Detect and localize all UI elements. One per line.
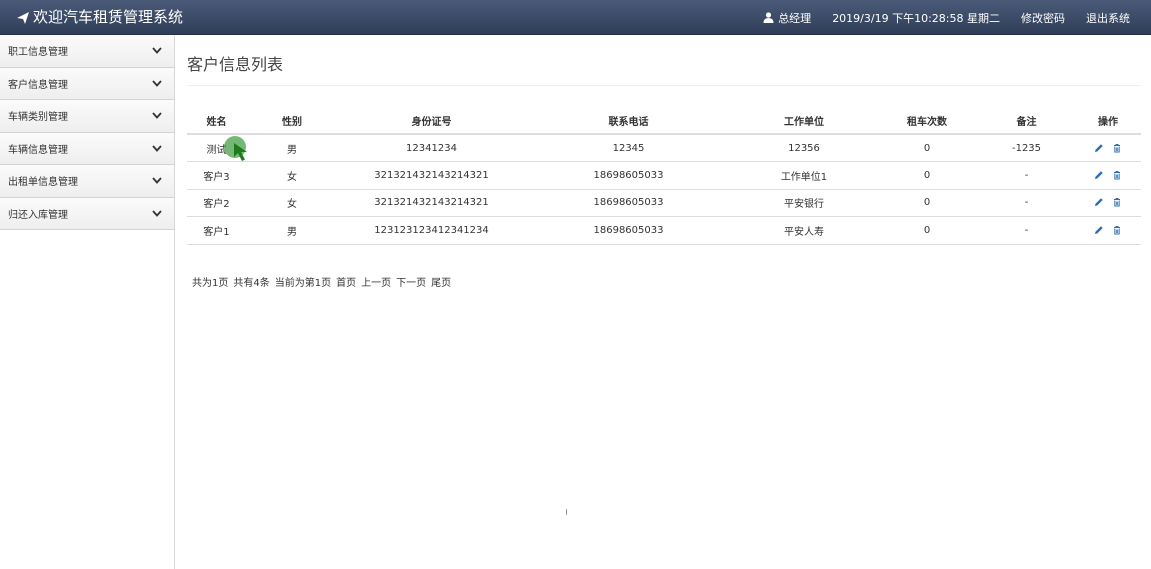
trash-icon[interactable]: [1112, 170, 1122, 180]
top-right-menu: 总经理 2019/3/19 下午10:28:58 星期二 修改密码 退出系统: [763, 0, 1151, 35]
user-label: 总经理: [778, 11, 812, 25]
trash-icon[interactable]: [1112, 225, 1122, 235]
sidebar-item-label: 车辆信息管理: [8, 144, 68, 156]
col-workplace: 工作单位: [732, 108, 876, 135]
cell-rental-count: 0: [876, 134, 978, 162]
col-remark: 备注: [978, 108, 1075, 135]
cell-workplace: 12356: [732, 134, 876, 162]
pager-total-items: 共有4条: [233, 278, 270, 289]
pager-last-link[interactable]: 尾页: [431, 274, 451, 289]
change-password-link[interactable]: 修改密码: [1021, 10, 1065, 26]
pager-total-pages: 共为1页: [192, 278, 229, 289]
app-brand: 欢迎汽车租赁管理系统: [16, 7, 183, 28]
cell-actions: [1075, 134, 1141, 162]
logout-link[interactable]: 退出系统: [1086, 10, 1130, 26]
title-divider: [187, 85, 1141, 86]
sidebar-item-label: 职工信息管理: [8, 47, 68, 59]
col-name: 姓名: [187, 108, 246, 135]
chevron-down-icon: [152, 177, 162, 185]
customer-table: 姓名 性别 身份证号 联系电话 工作单位 租车次数 备注 操作 测试 男 123…: [187, 108, 1141, 245]
pencil-icon[interactable]: [1094, 225, 1104, 235]
sidebar-item-label: 车辆类别管理: [8, 112, 68, 124]
cell-remark: -: [978, 189, 1075, 217]
cell-phone: 12345: [525, 134, 732, 162]
cell-gender: 女: [246, 189, 338, 217]
user-icon: [763, 12, 774, 23]
sidebar-item-label: 归还入库管理: [8, 209, 68, 221]
chevron-down-icon: [152, 80, 162, 87]
cell-phone: 18698605033: [525, 189, 732, 217]
cell-name: 客户1: [187, 216, 246, 245]
chevron-down-icon: [152, 47, 162, 55]
pagination: 共为1页 共有4条 当前为第1页 首页 上一页 下一页 尾页: [192, 274, 451, 289]
col-id-number: 身份证号: [338, 108, 525, 135]
sidebar-item-vehicle-info[interactable]: 车辆信息管理: [0, 132, 174, 165]
mouse-pointer-icon: [234, 143, 247, 161]
cell-actions: [1075, 189, 1141, 217]
cell-gender: 女: [246, 161, 338, 190]
trash-icon[interactable]: [1112, 197, 1122, 207]
cell-actions: [1075, 216, 1141, 245]
cell-remark: -1235: [978, 134, 1075, 162]
table-row: 测试 男 12341234 12345 12356 0 -1235: [187, 134, 1141, 162]
cell-id-number: 321321432143214321: [338, 161, 525, 190]
pencil-icon[interactable]: [1094, 197, 1104, 207]
col-actions: 操作: [1075, 108, 1141, 135]
pencil-icon[interactable]: [1094, 170, 1104, 180]
cell-phone: 18698605033: [525, 161, 732, 190]
sidebar: 职工信息管理 客户信息管理 车辆类别管理 车辆信息管理 出租单信息管理 归还入库…: [0, 35, 175, 569]
app-title: 欢迎汽车租赁管理系统: [33, 8, 184, 26]
text-caret: [566, 509, 567, 515]
col-phone: 联系电话: [525, 108, 732, 135]
cell-rental-count: 0: [876, 216, 978, 245]
pencil-icon[interactable]: [1094, 143, 1104, 153]
sidebar-item-label: 客户信息管理: [8, 79, 68, 91]
page-title: 客户信息列表: [187, 55, 284, 74]
sidebar-item-vehicle-type[interactable]: 车辆类别管理: [0, 100, 174, 133]
cell-workplace: 平安银行: [732, 189, 876, 217]
cell-rental-count: 0: [876, 189, 978, 217]
pager-next-link[interactable]: 下一页: [396, 274, 426, 289]
sidebar-item-return[interactable]: 归还入库管理: [0, 197, 174, 230]
col-gender: 性别: [246, 108, 338, 135]
col-rental-count: 租车次数: [876, 108, 978, 135]
paper-plane-icon: [17, 11, 29, 24]
cell-name: 客户2: [187, 189, 246, 217]
top-bar: 欢迎汽车租赁管理系统 总经理 2019/3/19 下午10:28:58 星期二 …: [0, 0, 1151, 35]
datetime-display: 2019/3/19 下午10:28:58 星期二: [832, 11, 1000, 25]
cell-actions: [1075, 161, 1141, 190]
cell-gender: 男: [246, 134, 338, 162]
pager-current-page: 当前为第1页: [274, 278, 332, 289]
chevron-down-icon: [152, 210, 162, 217]
cell-id-number: 321321432143214321: [338, 189, 525, 217]
cell-remark: -: [978, 216, 1075, 245]
pager-first-link[interactable]: 首页: [336, 274, 356, 289]
chevron-down-icon: [152, 145, 162, 152]
chevron-down-icon: [152, 112, 162, 120]
current-user: 总经理: [763, 10, 811, 26]
table-row: 客户3 女 321321432143214321 18698605033 工作单…: [187, 161, 1141, 190]
table-header-row: 姓名 性别 身份证号 联系电话 工作单位 租车次数 备注 操作: [187, 108, 1141, 135]
trash-icon[interactable]: [1112, 143, 1122, 153]
cell-workplace: 平安人寿: [732, 216, 876, 245]
sidebar-item-label: 出租单信息管理: [8, 177, 78, 189]
cell-id-number: 12341234: [338, 134, 525, 162]
sidebar-item-rental-order[interactable]: 出租单信息管理: [0, 165, 174, 198]
sidebar-item-customer[interactable]: 客户信息管理: [0, 67, 174, 100]
cell-workplace: 工作单位1: [732, 161, 876, 190]
cell-name: 客户3: [187, 161, 246, 190]
cell-rental-count: 0: [876, 161, 978, 190]
cell-gender: 男: [246, 216, 338, 245]
table-row: 客户1 男 123123123412341234 18698605033 平安人…: [187, 216, 1141, 245]
cell-phone: 18698605033: [525, 216, 732, 245]
sidebar-item-employee[interactable]: 职工信息管理: [0, 35, 174, 68]
table-row: 客户2 女 321321432143214321 18698605033 平安银…: [187, 189, 1141, 217]
pager-prev-link[interactable]: 上一页: [361, 274, 391, 289]
main-content: 客户信息列表 姓名 性别 身份证号 联系电话 工作单位 租车次数 备注 操作 测…: [176, 35, 1151, 569]
cell-id-number: 123123123412341234: [338, 216, 525, 245]
cell-remark: -: [978, 161, 1075, 190]
